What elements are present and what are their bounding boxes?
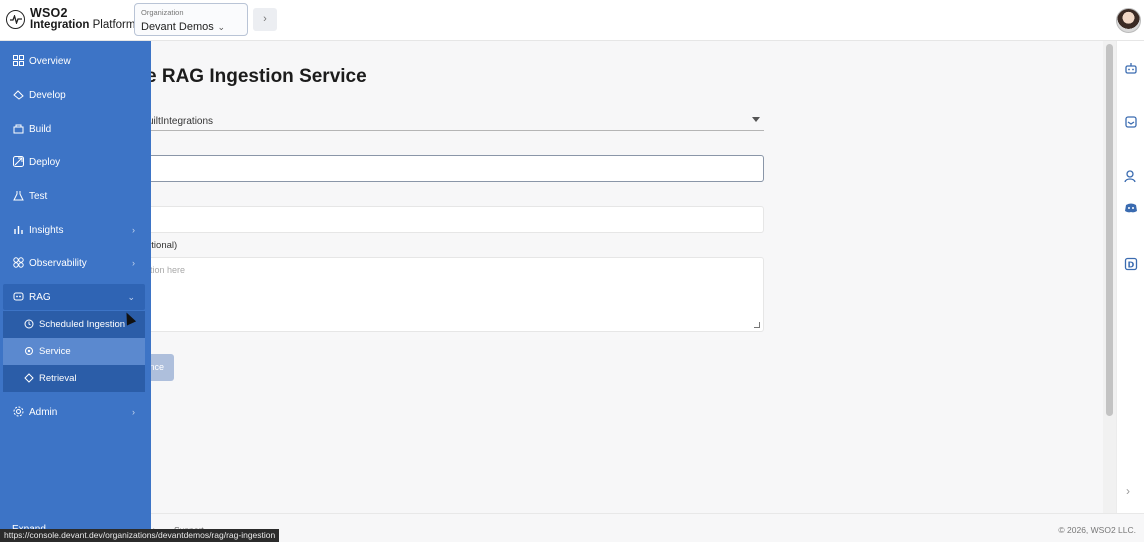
clock-icon bbox=[23, 319, 34, 330]
svg-text:D: D bbox=[1128, 261, 1135, 270]
description-textarea[interactable]: tion here bbox=[140, 257, 764, 332]
sidebar-item-observability[interactable]: Observability › bbox=[0, 250, 151, 276]
sidebar-item-overview[interactable]: Overview bbox=[0, 48, 151, 74]
top-bar: WSO2 Integration Platform Organization D… bbox=[0, 0, 1144, 41]
project-select[interactable]: uiltIntegrations bbox=[140, 111, 764, 131]
devant-icon[interactable]: D bbox=[1124, 257, 1138, 271]
right-rail: D › bbox=[1116, 41, 1144, 513]
chevron-right-button[interactable]: › bbox=[253, 8, 277, 31]
sidebar-subitem-service[interactable]: Service bbox=[3, 338, 145, 365]
main-content: e RAG Ingestion Service uiltIntegrations… bbox=[0, 41, 1103, 513]
sidebar-item-label: Overview bbox=[29, 55, 71, 67]
sidebar-item-label: Test bbox=[29, 190, 48, 202]
rag-icon bbox=[12, 291, 24, 303]
logo-title: WSO2 bbox=[30, 6, 68, 20]
scrollbar-thumb[interactable] bbox=[1106, 44, 1113, 416]
scrollbar[interactable] bbox=[1103, 41, 1116, 513]
inbox-icon[interactable] bbox=[1124, 115, 1138, 129]
second-input[interactable] bbox=[140, 206, 764, 233]
sidebar-subitem-label: Scheduled Ingestion bbox=[39, 319, 126, 330]
sidebar-item-label: Admin bbox=[29, 406, 58, 418]
sidebar-item-build[interactable]: Build bbox=[0, 116, 151, 142]
chevron-right-icon: › bbox=[132, 407, 135, 417]
sidebar-item-rag[interactable]: RAG ⌄ bbox=[3, 284, 145, 310]
sidebar-item-label: Insights bbox=[29, 224, 64, 236]
dropdown-arrow-icon bbox=[752, 117, 760, 122]
sidebar-item-develop[interactable]: Develop bbox=[0, 82, 151, 108]
sidebar-item-label: Observability bbox=[29, 257, 87, 269]
deploy-icon bbox=[12, 156, 24, 168]
chevron-right-icon[interactable]: › bbox=[1126, 484, 1130, 498]
pulse-icon bbox=[6, 9, 25, 29]
sidebar-item-test[interactable]: Test bbox=[0, 183, 151, 209]
retrieval-icon bbox=[23, 373, 34, 384]
name-input[interactable] bbox=[140, 155, 764, 182]
chevron-down-icon: ⌄ bbox=[127, 291, 135, 302]
sidebar-item-deploy[interactable]: Deploy bbox=[0, 149, 151, 175]
sidebar: Overview Develop Build Deploy Test Insig… bbox=[0, 41, 151, 542]
chart-icon bbox=[12, 224, 24, 236]
grid-icon bbox=[12, 55, 24, 67]
sidebar-item-label: Deploy bbox=[29, 156, 61, 168]
observability-icon bbox=[12, 257, 24, 269]
sidebar-item-label: Build bbox=[29, 123, 52, 135]
project-select-value: uiltIntegrations bbox=[148, 116, 214, 127]
build-icon bbox=[12, 123, 24, 135]
page-title: e RAG Ingestion Service bbox=[146, 66, 367, 87]
support-agent-icon[interactable] bbox=[1124, 169, 1138, 183]
user-avatar[interactable] bbox=[1116, 8, 1141, 33]
sidebar-item-label: Develop bbox=[29, 89, 66, 101]
description-placeholder: tion here bbox=[150, 265, 186, 275]
sidebar-subitem-label: Service bbox=[39, 346, 71, 357]
chevron-right-icon: › bbox=[132, 225, 135, 235]
discord-icon[interactable] bbox=[1124, 201, 1138, 215]
organization-value: Devant Demos bbox=[141, 21, 214, 33]
status-bar-url: https://console.devant.dev/organizations… bbox=[0, 529, 280, 542]
resize-handle-icon[interactable] bbox=[754, 322, 760, 328]
develop-icon bbox=[12, 89, 24, 101]
chevron-right-icon: › bbox=[132, 258, 135, 268]
sidebar-item-insights[interactable]: Insights › bbox=[0, 217, 151, 243]
flask-icon bbox=[12, 190, 24, 202]
sidebar-item-admin[interactable]: Admin › bbox=[0, 399, 151, 425]
sidebar-subitem-label: Retrieval bbox=[39, 373, 77, 384]
admin-icon bbox=[12, 406, 24, 418]
logo-subtitle: Integration Platform bbox=[30, 19, 136, 31]
organization-label: Organization bbox=[141, 8, 184, 17]
service-icon bbox=[23, 346, 34, 357]
organization-selector[interactable]: Organization Devant Demos ⌄ bbox=[134, 3, 248, 36]
wso2-logo[interactable]: WSO2 Integration Platform bbox=[6, 7, 135, 31]
robot-icon[interactable] bbox=[1124, 61, 1138, 75]
sidebar-subitem-retrieval[interactable]: Retrieval bbox=[3, 365, 145, 392]
chevron-down-icon: ⌄ bbox=[217, 22, 225, 32]
copyright: © 2026, WSO2 LLC. bbox=[1058, 525, 1136, 535]
sidebar-item-label: RAG bbox=[29, 291, 51, 303]
